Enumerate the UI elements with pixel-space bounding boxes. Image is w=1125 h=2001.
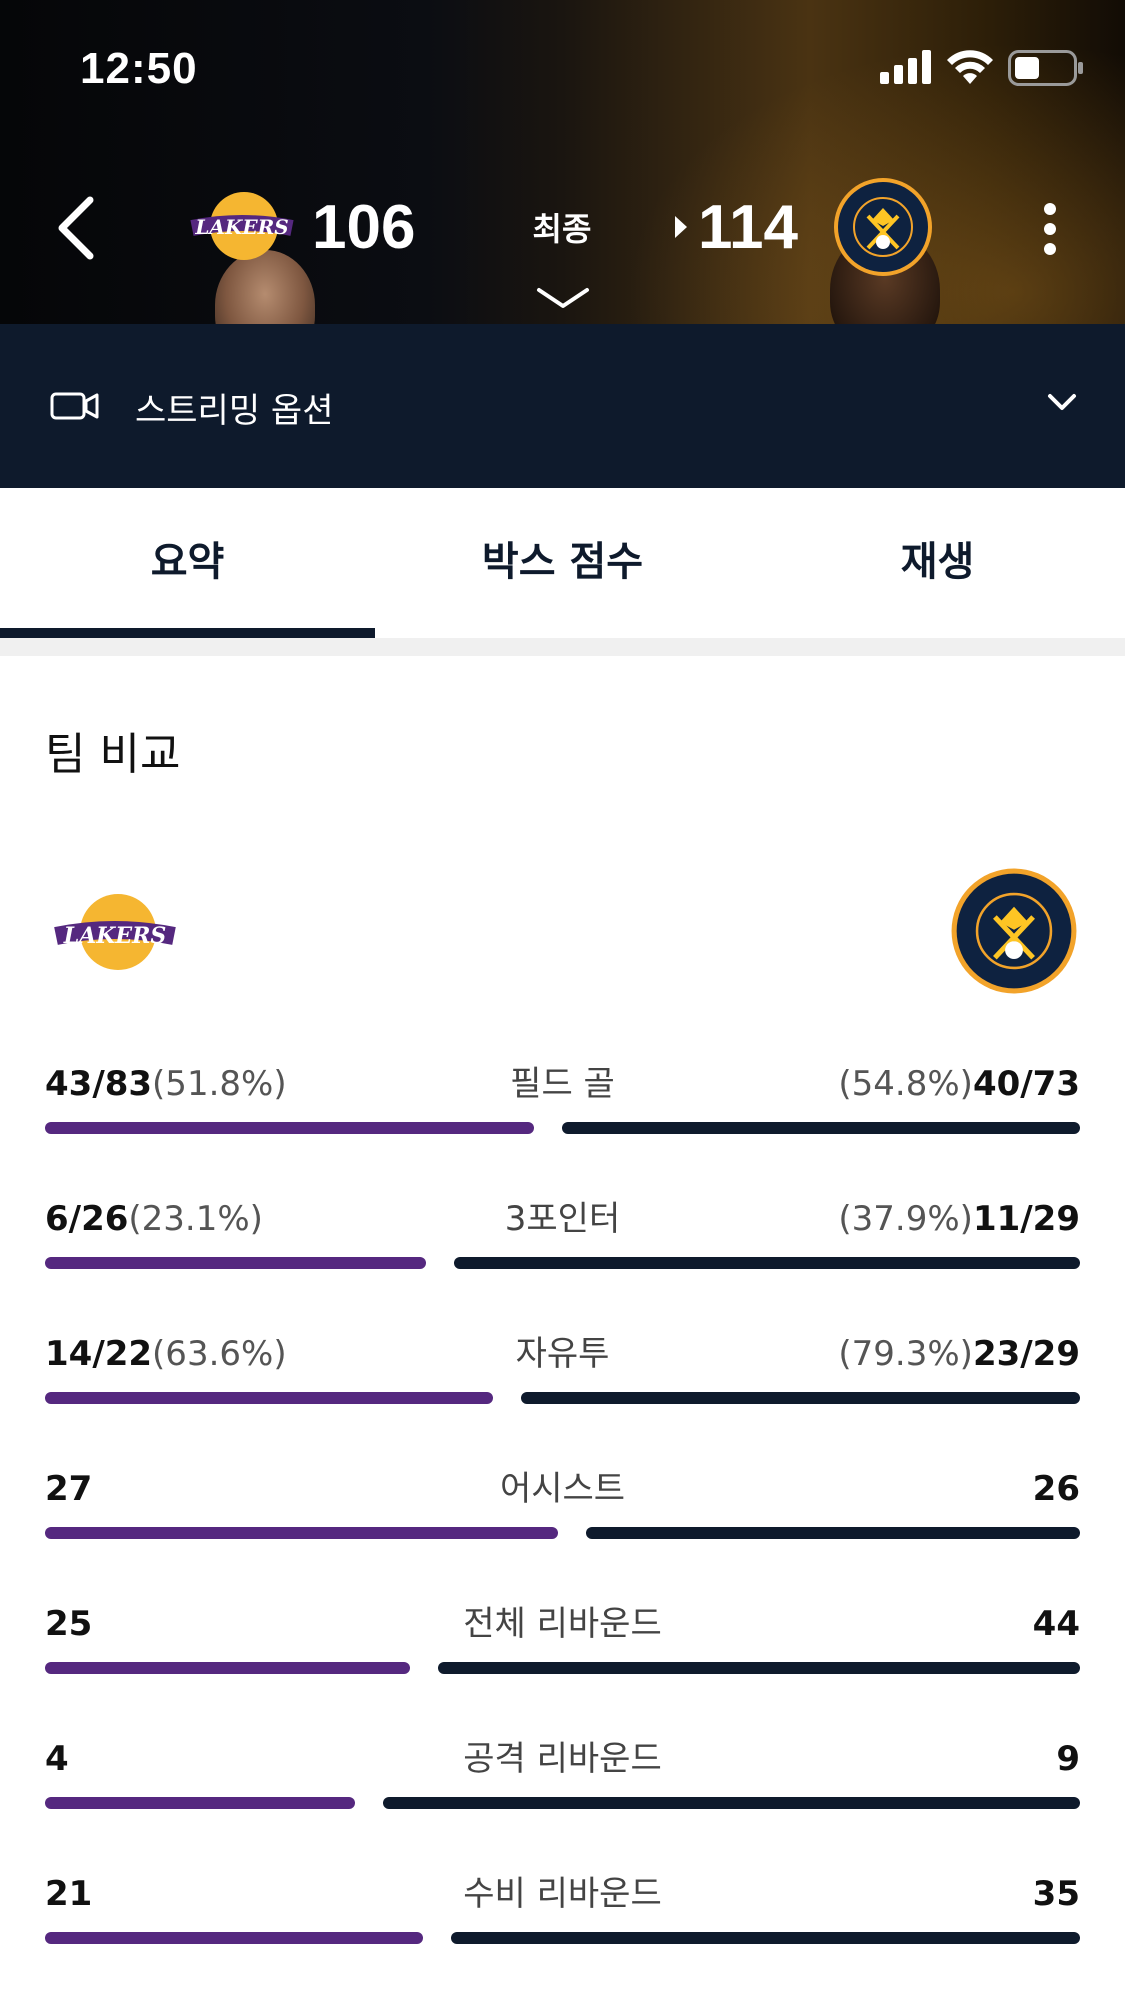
stat-name: 수비 리바운드 bbox=[463, 1874, 662, 1914]
stat-row-field-goals: 43/83(51.8%) 필드 골 (54.8%)40/73 bbox=[45, 1062, 1080, 1162]
team-comparison-title: 팀 비교 bbox=[45, 729, 181, 780]
stat-bar-left bbox=[45, 1797, 355, 1809]
stat-name: 공격 리바운드 bbox=[463, 1739, 662, 1779]
section-divider bbox=[0, 638, 1125, 656]
stat-bar-right bbox=[454, 1257, 1080, 1269]
stat-name: 전체 리바운드 bbox=[463, 1604, 662, 1644]
chevron-down-icon[interactable] bbox=[1046, 390, 1078, 414]
stat-bar-left bbox=[45, 1392, 493, 1404]
stat-right-value: 35 bbox=[1032, 1874, 1080, 1914]
nuggets-logo-icon bbox=[951, 868, 1077, 994]
stat-bar bbox=[45, 1527, 1080, 1539]
lakers-wordmark: LAKERS bbox=[63, 923, 167, 949]
game-status-label: 최종 bbox=[532, 210, 592, 248]
back-button[interactable] bbox=[48, 190, 104, 266]
stat-right-value: (79.3%)23/29 bbox=[838, 1334, 1080, 1374]
stat-bar-right bbox=[562, 1122, 1080, 1134]
streaming-options-label[interactable]: 스트리밍 옵션 bbox=[135, 383, 334, 432]
tab-box-score[interactable]: 박스 점수 bbox=[375, 488, 750, 638]
stat-row-three-pointers: 6/26(23.1%) 3포인터 (37.9%)11/29 bbox=[45, 1197, 1080, 1297]
stat-row-offensive-rebounds: 4 공격 리바운드 9 bbox=[45, 1737, 1080, 1837]
lakers-logo-icon[interactable]: LAKERS bbox=[188, 190, 296, 262]
tab-playback[interactable]: 재생 bbox=[750, 488, 1125, 638]
wifi-icon bbox=[947, 50, 993, 84]
stat-bar bbox=[45, 1122, 1080, 1134]
stat-right-value: 26 bbox=[1032, 1469, 1080, 1509]
video-camera-icon bbox=[50, 392, 99, 420]
home-score: 114 bbox=[698, 193, 799, 262]
stat-bar-right bbox=[451, 1932, 1080, 1944]
stat-right-value: 9 bbox=[1056, 1739, 1080, 1779]
stat-bar bbox=[45, 1797, 1080, 1809]
stat-name: 어시스트 bbox=[499, 1469, 626, 1509]
stat-row-total-rebounds: 25 전체 리바운드 44 bbox=[45, 1602, 1080, 1702]
stat-bar bbox=[45, 1932, 1080, 1944]
stat-bar-left bbox=[45, 1527, 558, 1539]
stat-row-assists: 27 어시스트 26 bbox=[45, 1467, 1080, 1567]
stat-row-defensive-rebounds: 21 수비 리바운드 35 bbox=[45, 1872, 1080, 1972]
status-bar: 12:50 bbox=[0, 0, 1125, 140]
stat-right-value: 44 bbox=[1032, 1604, 1080, 1644]
tab-summary[interactable]: 요약 bbox=[0, 488, 375, 638]
stat-bar-left bbox=[45, 1662, 410, 1674]
stat-bar bbox=[45, 1257, 1080, 1269]
stat-bar bbox=[45, 1392, 1080, 1404]
stat-bar-left bbox=[45, 1122, 534, 1134]
lakers-wordmark: LAKERS bbox=[194, 215, 288, 239]
stat-right-value: (37.9%)11/29 bbox=[838, 1199, 1080, 1239]
status-time: 12:50 bbox=[80, 44, 198, 93]
stat-right-value: (54.8%)40/73 bbox=[838, 1064, 1080, 1104]
stat-bar-right bbox=[586, 1527, 1080, 1539]
away-score: 106 bbox=[312, 193, 416, 262]
winner-indicator-icon bbox=[675, 216, 687, 238]
stat-bar-left bbox=[45, 1257, 426, 1269]
cellular-signal-icon bbox=[880, 50, 931, 84]
chevron-down-icon[interactable] bbox=[535, 284, 591, 312]
nuggets-logo-icon[interactable] bbox=[832, 176, 934, 278]
active-tab-indicator bbox=[0, 628, 375, 638]
stat-bar-left bbox=[45, 1932, 423, 1944]
stat-bar-right bbox=[521, 1392, 1080, 1404]
stat-bar bbox=[45, 1662, 1080, 1674]
battery-icon bbox=[1008, 50, 1083, 86]
more-vertical-icon bbox=[1044, 203, 1056, 255]
stat-row-free-throws: 14/22(63.6%) 자유투 (79.3%)23/29 bbox=[45, 1332, 1080, 1432]
stat-bar-right bbox=[383, 1797, 1080, 1809]
more-options-button[interactable] bbox=[1030, 194, 1070, 264]
tab-bar: 요약 박스 점수 재생 bbox=[0, 488, 1125, 638]
lakers-logo-icon: LAKERS bbox=[54, 894, 176, 970]
chevron-left-icon bbox=[58, 196, 94, 260]
stat-bar-right bbox=[438, 1662, 1080, 1674]
